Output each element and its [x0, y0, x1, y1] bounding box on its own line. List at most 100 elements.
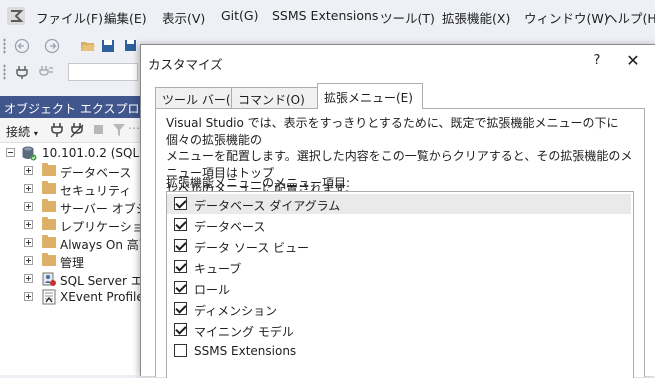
folder-icon	[42, 199, 56, 212]
tab-toolbars[interactable]: ツール バー(S)	[155, 87, 243, 108]
tree-node-security[interactable]: セキュリティ	[0, 180, 140, 198]
close-icon: ✕	[626, 51, 640, 70]
list-item[interactable]: データ ソース ビュー	[167, 236, 631, 256]
checkmark-icon	[175, 281, 187, 293]
menubar: ファイル(F) 編集(E) 表示(V) Git(G) SSMS Extensio…	[0, 0, 655, 32]
list-item[interactable]: マイニング モデル	[167, 320, 631, 340]
standard-toolbar: ▾	[0, 34, 140, 82]
list-item[interactable]: ディメンション	[167, 299, 631, 319]
object-explorer-tree: 10.101.0.2 (SQL Server データベース セキュリティ サーバ…	[0, 143, 140, 375]
checkmark-icon	[175, 218, 187, 230]
checkbox[interactable]	[174, 302, 187, 315]
forward-icon[interactable]	[44, 38, 60, 54]
connect-plug-icon[interactable]	[50, 122, 64, 138]
checkbox[interactable]	[174, 260, 187, 273]
database-selector[interactable]	[68, 63, 138, 81]
object-explorer-title-bar: オブジェクト エクスプローラー	[0, 96, 175, 118]
back-icon[interactable]	[14, 38, 30, 54]
ssms-logo-icon	[7, 7, 25, 25]
checkmark-icon	[175, 260, 187, 272]
menu-extensions[interactable]: 拡張機能(X)	[442, 8, 510, 27]
expand-icon[interactable]	[24, 202, 33, 211]
menu-git[interactable]: Git(G)	[221, 8, 259, 23]
menu-view[interactable]: 表示(V)	[162, 8, 205, 27]
menu-window[interactable]: ウィンドウ(W)	[524, 8, 609, 27]
expand-icon[interactable]	[24, 184, 33, 193]
checkbox[interactable]	[174, 218, 187, 231]
tree-node-management[interactable]: 管理	[0, 252, 140, 270]
menu-help[interactable]: ヘルプ(H)	[605, 8, 655, 27]
connect-button[interactable]: 接続 ▾	[6, 123, 38, 140]
checkbox[interactable]	[174, 281, 187, 294]
profiler-icon	[42, 289, 56, 305]
menu-ssms-extensions[interactable]: SSMS Extensions	[272, 8, 378, 23]
tab-extension-menu[interactable]: 拡張メニュー(E)	[317, 83, 423, 109]
tree-node-replication[interactable]: レプリケーション	[0, 216, 140, 234]
tree-node-server[interactable]: 10.101.0.2 (SQL Server	[0, 144, 140, 162]
server-icon	[22, 146, 37, 161]
list-item[interactable]: キューブ	[167, 257, 631, 277]
filter-icon[interactable]	[112, 123, 126, 137]
connect-label: 接続	[6, 125, 31, 139]
expand-icon[interactable]	[24, 166, 33, 175]
tab-commands[interactable]: コマンド(O)	[231, 87, 319, 108]
checkbox[interactable]	[174, 239, 187, 252]
customize-dialog: カスタマイズ ? ✕ ツール バー(S) コマンド(O) 拡張メニュー(E) V…	[140, 44, 655, 378]
open-folder-icon[interactable]	[80, 38, 96, 54]
menu-edit[interactable]: 編集(E)	[104, 8, 147, 27]
tree-node-always-on[interactable]: Always On 高可	[0, 234, 140, 252]
description-line: Visual Studio では、表示をすっきりとするために、既定で拡張機能メニ…	[166, 116, 619, 147]
toolbar-grip[interactable]	[3, 38, 6, 54]
expand-icon[interactable]	[24, 274, 33, 283]
expand-icon[interactable]	[24, 292, 33, 301]
connect-all-icon[interactable]	[38, 64, 54, 80]
list-item[interactable]: データベース ダイアグラム	[167, 194, 631, 214]
tree-node-sql-server-agent[interactable]: SQL Server エー	[0, 270, 140, 288]
list-item-label: データベース ダイアグラム	[194, 199, 341, 213]
query-toolbar	[0, 60, 140, 84]
folder-icon	[42, 181, 56, 194]
tree-node-server-objects[interactable]: サーバー オブジェクト	[0, 198, 140, 216]
list-item-label: キューブ	[194, 262, 242, 276]
folder-icon	[42, 253, 56, 266]
list-item-label: データベース	[194, 220, 266, 234]
help-button[interactable]: ?	[585, 50, 609, 72]
tree-node-xevent-profiler[interactable]: XEvent Profiler	[0, 288, 140, 306]
checkbox[interactable]	[174, 344, 187, 357]
toolbar-grip[interactable]	[3, 64, 6, 80]
tree-node-databases[interactable]: データベース	[0, 162, 140, 180]
stop-icon[interactable]	[94, 125, 103, 134]
filter-more-icon[interactable]: ⋯	[128, 121, 140, 135]
folder-icon	[42, 163, 56, 176]
connect-plug-icon[interactable]	[14, 64, 30, 80]
list-item[interactable]: ロール	[167, 278, 631, 298]
checkbox[interactable]	[174, 323, 187, 336]
list-item-label: データ ソース ビュー	[194, 241, 310, 255]
list-item[interactable]: SSMS Extensions	[167, 341, 631, 361]
tree-label: XEvent Profiler	[60, 290, 140, 304]
checkbox[interactable]	[174, 197, 187, 210]
expand-icon[interactable]	[24, 256, 33, 265]
checkmark-icon	[175, 323, 187, 335]
close-button[interactable]: ✕	[619, 50, 647, 72]
tree-label: 10.101.0.2 (SQL Server	[42, 146, 140, 160]
menu-file[interactable]: ファイル(F)	[36, 8, 103, 27]
tab-label: 拡張メニュー(E)	[324, 91, 413, 105]
list-item[interactable]: データベース	[167, 215, 631, 235]
tree-label: セキュリティ	[60, 184, 132, 198]
tree-label: Always On 高可	[60, 238, 140, 252]
save-all-icon[interactable]	[122, 38, 138, 54]
checkmark-icon	[175, 239, 187, 251]
save-icon[interactable]	[100, 38, 116, 54]
object-explorer-toolbar: 接続 ▾ ⋯	[0, 118, 140, 143]
expand-icon[interactable]	[24, 238, 33, 247]
tree-label: レプリケーション	[60, 220, 140, 234]
collapse-icon[interactable]	[6, 148, 15, 157]
tab-label: コマンド(O)	[238, 93, 305, 107]
checkmark-icon	[175, 302, 187, 314]
menu-items-list[interactable]: データベース ダイアグラム データベース データ ソース ビュー キューブ ロー…	[166, 191, 634, 378]
menu-tools[interactable]: ツール(T)	[380, 8, 435, 27]
disconnect-icon[interactable]	[70, 122, 84, 138]
list-item-label: ディメンション	[194, 304, 278, 318]
expand-icon[interactable]	[24, 220, 33, 229]
